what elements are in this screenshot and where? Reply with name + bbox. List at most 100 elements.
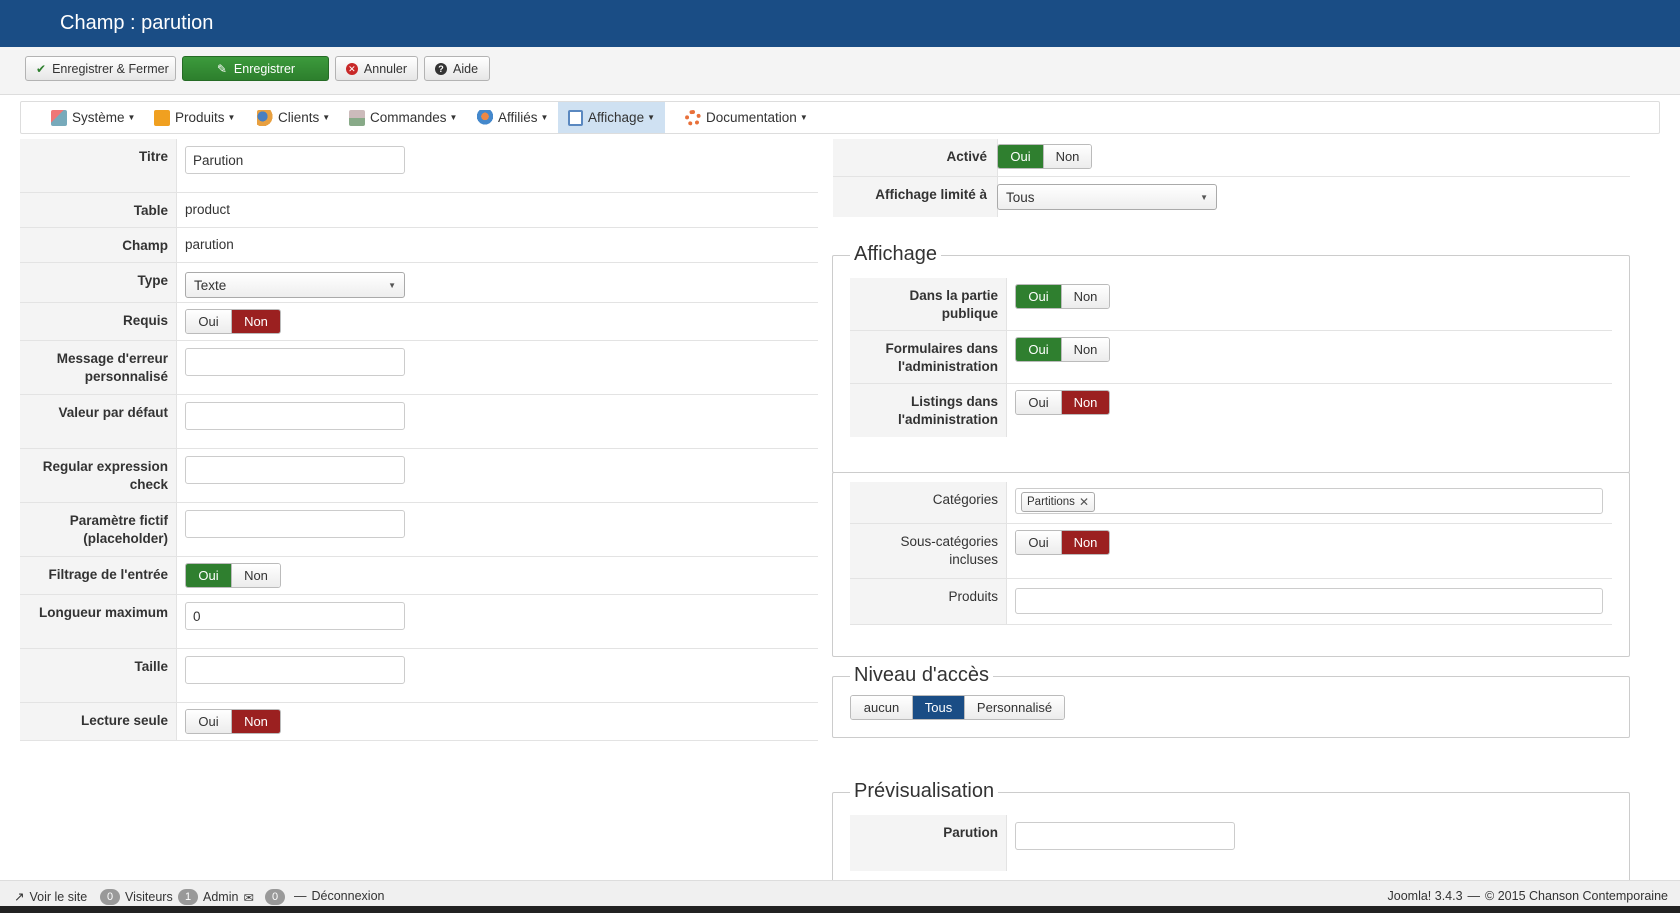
row-categories: Catégories Partitions ✕	[850, 482, 1612, 524]
access-fieldset: Niveau d'accès aucun Tous Personnalisé	[832, 664, 1630, 738]
row-type: Type Texte ▼	[20, 263, 818, 303]
champ-value: parution	[185, 237, 234, 252]
type-select[interactable]: Texte ▼	[185, 272, 405, 298]
row-regex: Regular expression check	[20, 449, 818, 503]
listings-oui-button[interactable]: Oui	[1016, 391, 1061, 414]
preview-input[interactable]	[1015, 822, 1235, 850]
access-custom-button[interactable]: Personnalisé	[964, 696, 1064, 719]
row-requis: Requis Oui Non	[20, 303, 818, 341]
caret-down-icon: ▼	[647, 113, 655, 122]
row-titre: Titre Parution	[20, 139, 818, 193]
menu-clients[interactable]: Clients ▼	[247, 102, 340, 133]
category-chip: Partitions ✕	[1021, 492, 1095, 512]
readonly-oui-button[interactable]: Oui	[186, 710, 231, 733]
readonly-non-button[interactable]: Non	[231, 710, 280, 733]
menu-documentation[interactable]: Documentation ▼	[675, 102, 818, 133]
categories-input[interactable]: Partitions ✕	[1015, 488, 1603, 514]
admin-status[interactable]: 1 Admin ✉	[178, 889, 254, 905]
row-longueur: Longueur maximum 0	[20, 595, 818, 649]
size-input[interactable]	[185, 656, 405, 684]
affiliate-icon	[477, 109, 493, 126]
menu-affilies[interactable]: Affiliés ▼	[467, 102, 558, 133]
logout-link[interactable]: — Déconnexion	[294, 889, 384, 903]
box-icon	[154, 109, 170, 126]
listings-non-button[interactable]: Non	[1061, 391, 1109, 414]
subcat-non-button[interactable]: Non	[1061, 531, 1109, 554]
listings-toggle: Oui Non	[1015, 390, 1110, 415]
categories-fieldset: Catégories Partitions ✕ Sous-catégories i…	[832, 472, 1630, 657]
visitors-badge: 0	[100, 889, 120, 905]
users-icon	[257, 109, 273, 126]
menu-affichage[interactable]: Affichage ▼	[558, 102, 665, 133]
cancel-button[interactable]: ✕ Annuler	[335, 56, 418, 81]
preview-fieldset: Prévisualisation Parution	[832, 780, 1630, 892]
row-subcategories: Sous-catégories incluses Oui Non	[850, 524, 1612, 579]
regex-input[interactable]	[185, 456, 405, 484]
subcat-toggle: Oui Non	[1015, 530, 1110, 555]
access-none-button[interactable]: aucun	[851, 696, 912, 719]
filtrage-oui-button[interactable]: Oui	[186, 564, 231, 587]
page-title: Champ : parution	[60, 12, 214, 34]
forms-toggle: Oui Non	[1015, 337, 1110, 362]
filtrage-toggle: Oui Non	[185, 563, 281, 588]
forms-oui-button[interactable]: Oui	[1016, 338, 1061, 361]
max-length-input[interactable]: 0	[185, 602, 405, 630]
save-button[interactable]: ✎ Enregistrer	[182, 56, 329, 81]
joomla-version: Joomla! 3.4.3	[1387, 889, 1463, 903]
footer-copyright: Joomla! 3.4.3 — © 2015 Chanson Contempor…	[1387, 889, 1669, 903]
save-close-button[interactable]: ✔ Enregistrer & Fermer	[25, 56, 176, 81]
readonly-toggle: Oui Non	[185, 709, 281, 734]
public-oui-button[interactable]: Oui	[1016, 285, 1061, 308]
active-oui-button[interactable]: Oui	[998, 145, 1043, 168]
public-non-button[interactable]: Non	[1061, 285, 1109, 308]
visitors-status[interactable]: 0 Visiteurs	[100, 889, 173, 905]
help-button[interactable]: ? Aide	[424, 56, 490, 81]
envelope-icon: ✉	[243, 890, 254, 905]
message-input[interactable]	[185, 348, 405, 376]
messages-badge: 0	[265, 889, 285, 905]
admin-badge: 1	[178, 889, 198, 905]
row-preview: Parution	[850, 815, 1612, 871]
row-public: Dans la partie publique Oui Non	[850, 278, 1612, 331]
active-non-button[interactable]: Non	[1043, 145, 1091, 168]
display-icon	[568, 109, 584, 126]
row-forms: Formulaires dans l'administration Oui No…	[850, 331, 1612, 384]
requis-oui-button[interactable]: Oui	[186, 310, 231, 333]
filtrage-non-button[interactable]: Non	[231, 564, 280, 587]
main-menu: Système ▼ Produits ▼ Clients ▼ Commandes ▼ A…	[20, 101, 1660, 134]
messages-status[interactable]: 0	[265, 889, 285, 905]
placeholder-input[interactable]	[185, 510, 405, 538]
view-site-link[interactable]: ↗ Voir le site	[14, 889, 87, 905]
row-defaut: Valeur par défaut	[20, 395, 818, 449]
row-message: Message d'erreur personnalisé	[20, 341, 818, 395]
help-ring-icon	[685, 109, 701, 126]
cart-icon	[349, 109, 365, 126]
default-value-input[interactable]	[185, 402, 405, 430]
access-all-button[interactable]: Tous	[912, 696, 964, 719]
caret-down-icon: ▼	[449, 113, 458, 122]
affichage-fieldset: Affichage Dans la partie publique Oui No…	[832, 243, 1630, 473]
row-filtrage: Filtrage de l'entrée Oui Non	[20, 557, 818, 595]
tools-icon	[51, 109, 67, 126]
requis-toggle: Oui Non	[185, 309, 281, 334]
toolbar: ✔ Enregistrer & Fermer ✎ Enregistrer ✕ A…	[0, 47, 1680, 95]
table-value: product	[185, 202, 231, 217]
products-input[interactable]	[1015, 588, 1603, 614]
limit-select[interactable]: Tous ▼	[997, 184, 1217, 210]
active-toggle: Oui Non	[997, 144, 1092, 169]
question-icon: ?	[435, 62, 447, 75]
caret-down-icon: ▼	[322, 113, 331, 122]
row-placeholder: Paramètre fictif (placeholder)	[20, 503, 818, 557]
titre-input[interactable]: Parution	[185, 146, 405, 174]
requis-non-button[interactable]: Non	[231, 310, 280, 333]
menu-produits[interactable]: Produits ▼	[144, 102, 245, 133]
subcat-oui-button[interactable]: Oui	[1016, 531, 1061, 554]
minus-icon: —	[294, 889, 307, 903]
menu-systeme[interactable]: Système ▼	[41, 102, 145, 133]
menu-commandes[interactable]: Commandes ▼	[339, 102, 467, 133]
remove-icon[interactable]: ✕	[1079, 495, 1089, 509]
forms-non-button[interactable]: Non	[1061, 338, 1109, 361]
caret-down-icon: ▼	[540, 113, 549, 122]
row-active: Activé Oui Non	[833, 139, 1630, 177]
caret-down-icon: ▼	[799, 113, 808, 122]
